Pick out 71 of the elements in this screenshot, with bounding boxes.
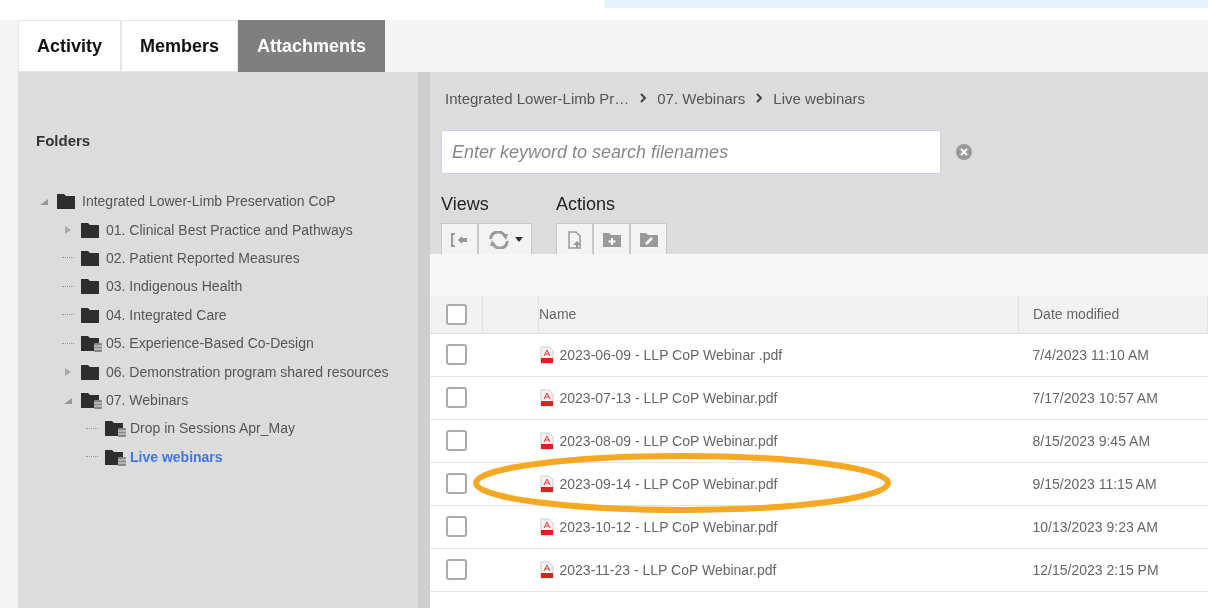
caret-icon: [514, 236, 523, 243]
exit-icon: [450, 232, 469, 247]
date-cell: 7/17/2023 10:57 AM: [1018, 376, 1208, 419]
file-link[interactable]: 2023-10-12 - LLP CoP Webinar.pdf: [559, 518, 778, 535]
date-cell: 7/4/2023 11:10 AM: [1018, 333, 1208, 376]
folder-item[interactable]: 06. Demonstration program shared resources: [106, 363, 389, 380]
row-checkbox[interactable]: [445, 344, 467, 365]
pdf-file-icon: [539, 474, 554, 493]
date-cell: 10/13/2023 9:23 AM: [1018, 505, 1208, 548]
folder-item[interactable]: 07. Webinars: [106, 391, 189, 408]
chevron-icon: [755, 93, 764, 103]
date-cell: 12/15/2023 2:15 PM: [1018, 548, 1208, 591]
new-folder-button[interactable]: [593, 223, 630, 256]
column-header[interactable]: Date modified: [1018, 296, 1208, 333]
folder-item[interactable]: 04. Integrated Care: [106, 306, 227, 323]
folder-database-icon: [80, 390, 102, 409]
folder-icon: [56, 192, 78, 211]
actions-label: Actions: [556, 194, 617, 215]
breadcrumb-link[interactable]: Live webinars: [773, 89, 866, 107]
row-checkbox[interactable]: [445, 559, 467, 580]
folder-icon: [80, 362, 102, 381]
chevron-icon: [639, 93, 648, 103]
search-field[interactable]: Enter keyword to search filenames: [441, 130, 941, 174]
folder-edit-icon: [638, 231, 659, 248]
file-upload-icon: [566, 230, 583, 249]
row-checkbox[interactable]: [445, 516, 467, 537]
file-link[interactable]: 2023-11-23 - LLP CoP Webinar.pdf: [559, 561, 777, 578]
folder-icon: [80, 248, 102, 267]
file-link[interactable]: 2023-06-09 - LLP CoP Webinar .pdf: [559, 346, 783, 363]
upload-file-button[interactable]: [556, 223, 593, 256]
folder-item[interactable]: Live webinars: [130, 448, 223, 465]
breadcrumb-link[interactable]: Integrated Lower-Limb Pr…: [445, 89, 630, 107]
refresh-dropdown[interactable]: [478, 223, 532, 256]
folder-database-icon: [104, 419, 126, 438]
edit-folder-button[interactable]: [630, 223, 667, 256]
file-link[interactable]: 2023-08-09 - LLP CoP Webinar.pdf: [559, 432, 778, 449]
folder-icon: [80, 305, 102, 324]
folder-item[interactable]: 01. Clinical Best Practice and Pathways: [106, 221, 353, 238]
tab[interactable]: Members: [121, 20, 239, 72]
tab[interactable]: Activity: [18, 20, 122, 72]
folders-heading: Folders: [35, 132, 92, 149]
tab[interactable]: Attachments: [238, 20, 386, 72]
breadcrumb-link[interactable]: 07. Webinars: [657, 89, 746, 107]
column-header[interactable]: Name: [538, 296, 1019, 333]
folder-icon: [80, 277, 102, 296]
folder-plus-icon: [601, 231, 622, 248]
select-all-checkbox[interactable]: [445, 303, 467, 325]
folder-icon: [80, 220, 102, 239]
clear-icon[interactable]: [955, 143, 973, 161]
folder-item[interactable]: 03. Indigenous Health: [106, 278, 243, 295]
file-link[interactable]: 2023-09-14 - LLP CoP Webinar.pdf: [559, 475, 778, 492]
file-link[interactable]: 2023-07-13 - LLP CoP Webinar.pdf: [559, 389, 778, 406]
date-cell: 9/15/2023 11:15 AM: [1018, 462, 1208, 505]
folder-item[interactable]: 02. Patient Reported Measures: [106, 249, 300, 266]
pdf-file-icon: [539, 431, 554, 450]
refresh-icon: [487, 230, 510, 249]
folder-database-icon: [80, 334, 102, 353]
folder-item[interactable]: Drop in Sessions Apr_May: [130, 420, 295, 437]
date-cell: 8/15/2023 9:45 AM: [1018, 419, 1208, 462]
pdf-file-icon: [539, 560, 554, 579]
pdf-file-icon: [539, 388, 554, 407]
pdf-file-icon: [539, 345, 554, 364]
views-label: Views: [441, 194, 490, 215]
row-checkbox[interactable]: [445, 387, 467, 408]
folder-database-icon: [104, 447, 126, 466]
exit-button[interactable]: [441, 223, 478, 256]
row-checkbox[interactable]: [445, 430, 467, 451]
pdf-file-icon: [539, 517, 554, 536]
row-checkbox[interactable]: [445, 473, 467, 494]
folder-item[interactable]: 05. Experience-Based Co-Design: [106, 335, 314, 352]
folder-item[interactable]: Integrated Lower-Limb Preservation CoP: [82, 193, 336, 210]
